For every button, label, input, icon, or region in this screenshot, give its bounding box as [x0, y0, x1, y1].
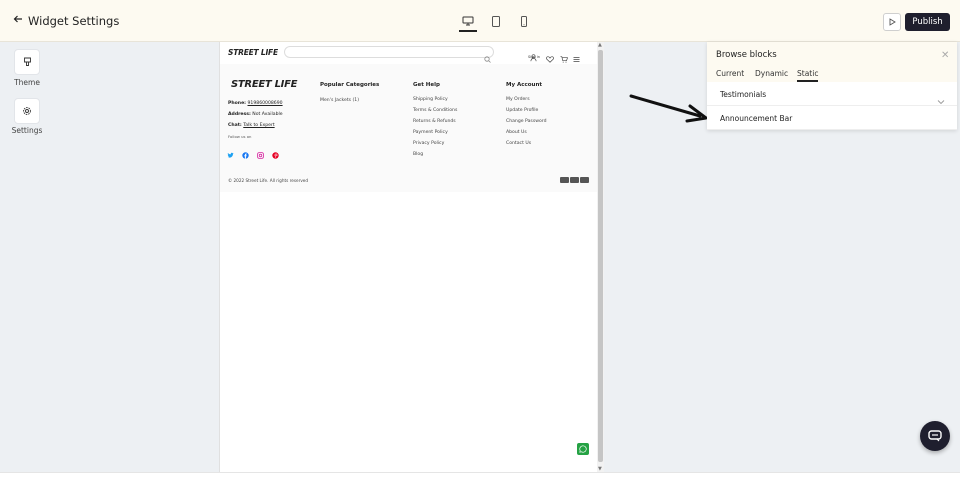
- footer-link[interactable]: Change Password: [506, 119, 547, 124]
- footer-link[interactable]: Update Profile: [506, 108, 538, 113]
- footer-link[interactable]: Men's Jackets (1): [320, 98, 359, 103]
- footer-link[interactable]: My Orders: [506, 97, 530, 102]
- tablet-icon[interactable]: [487, 12, 505, 30]
- address-value: Not Available: [252, 112, 283, 117]
- site-logo[interactable]: STREET LIFE: [228, 48, 278, 57]
- follow-label: Follow us on: [228, 134, 252, 139]
- tab-static[interactable]: Static: [797, 69, 818, 78]
- footer-link[interactable]: Terms & Conditions: [413, 108, 457, 113]
- footer-link[interactable]: Payment Policy: [413, 130, 448, 135]
- bottom-border: [0, 472, 960, 480]
- theme-button[interactable]: [14, 49, 40, 75]
- pinterest-icon[interactable]: [272, 144, 279, 159]
- top-bar: [0, 0, 960, 42]
- twitter-icon[interactable]: [227, 144, 234, 158]
- footer-link[interactable]: About Us: [506, 130, 527, 135]
- footer-address: Address: Not Available: [228, 112, 283, 117]
- whatsapp-icon[interactable]: [577, 443, 589, 455]
- address-label: Address:: [228, 112, 251, 117]
- footer-heading-help: Get Help: [413, 82, 440, 88]
- play-icon: [889, 18, 896, 26]
- site-search-input[interactable]: [284, 46, 494, 58]
- footer-phone: Phone: 919860008690: [228, 101, 283, 106]
- chat-button[interactable]: [920, 421, 950, 451]
- gear-icon: [23, 107, 31, 115]
- phone-label: Phone:: [228, 101, 247, 106]
- block-label[interactable]: Testimonials: [720, 90, 766, 99]
- chat-value[interactable]: Talk to Expert: [243, 123, 274, 128]
- pointer-arrow-icon: [628, 92, 710, 130]
- brush-icon: [23, 57, 31, 66]
- device-active-indicator: [459, 30, 477, 32]
- mobile-icon[interactable]: [515, 12, 533, 30]
- scroll-up-icon[interactable]: ▲: [598, 42, 602, 48]
- canvas-scrollbar-thumb[interactable]: [598, 50, 603, 462]
- copyright-text: © 2022 Street Life. All rights reserved: [228, 178, 309, 183]
- back-arrow-icon[interactable]: [13, 13, 23, 27]
- footer-link[interactable]: Contact Us: [506, 141, 531, 146]
- desktop-icon[interactable]: [459, 12, 477, 30]
- close-icon[interactable]: ✕: [941, 50, 949, 61]
- tab-current[interactable]: Current: [716, 69, 744, 78]
- preview-button[interactable]: [883, 13, 901, 31]
- footer-chat: Chat: Talk to Expert: [228, 123, 275, 128]
- publish-button[interactable]: Publish: [905, 13, 950, 31]
- footer-logo[interactable]: STREET LIFE: [231, 79, 297, 90]
- footer-link[interactable]: Blog: [413, 152, 423, 157]
- visa-icon: [570, 177, 579, 183]
- theme-label: Theme: [14, 78, 40, 87]
- chat-label: Chat:: [228, 123, 242, 128]
- sign-in-link[interactable]: Sign in: [528, 55, 540, 59]
- footer-heading-account: My Account: [506, 82, 542, 88]
- panel-title: Browse blocks: [716, 50, 777, 60]
- settings-label: Settings: [11, 126, 43, 135]
- phone-value[interactable]: 919860008690: [248, 101, 283, 106]
- footer-link[interactable]: Shipping Policy: [413, 97, 448, 102]
- chat-icon: [928, 430, 942, 442]
- browse-blocks-header: [707, 42, 957, 82]
- settings-button[interactable]: [14, 98, 40, 124]
- block-label[interactable]: Announcement Bar: [720, 114, 792, 123]
- tab-dynamic[interactable]: Dynamic: [755, 69, 788, 78]
- amex-icon: [580, 177, 589, 183]
- facebook-icon[interactable]: [242, 144, 249, 159]
- footer-heading-categories: Popular Categories: [320, 82, 380, 88]
- footer-link[interactable]: Returns & Refunds: [413, 119, 456, 124]
- card-icon: [560, 177, 569, 183]
- instagram-icon[interactable]: [257, 144, 264, 159]
- footer-link[interactable]: Privacy Policy: [413, 141, 444, 146]
- page-title: Widget Settings: [28, 14, 120, 28]
